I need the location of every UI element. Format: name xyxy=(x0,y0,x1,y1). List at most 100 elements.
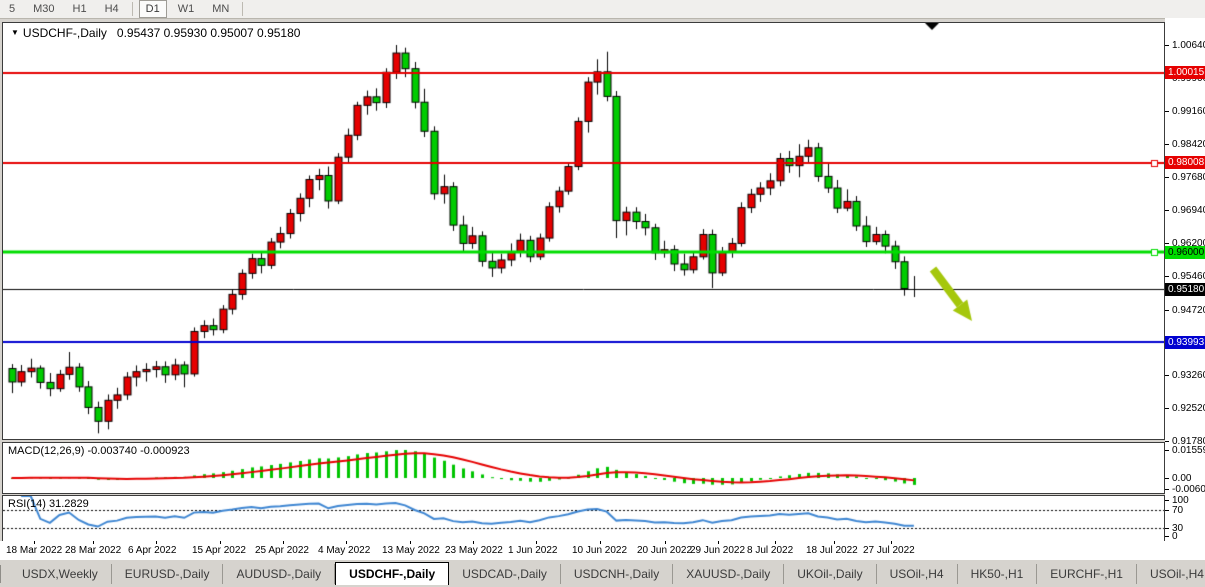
time-axis-label: 4 May 2022 xyxy=(318,545,371,556)
price-tick-mark xyxy=(1165,500,1169,501)
price-tick-mark xyxy=(1165,210,1169,212)
tab-hk50-h1[interactable]: HK50-,H1 xyxy=(958,564,1038,584)
tab-eurusd-daily[interactable]: EURUSD-,Daily xyxy=(112,564,224,584)
timeframe-button-h1[interactable]: H1 xyxy=(66,0,94,18)
price-tick-label: 0.95460 xyxy=(1172,271,1205,283)
time-axis-label: 18 Mar 2022 xyxy=(6,545,63,556)
tab-usdchf-daily[interactable]: USDCHF-,Daily xyxy=(335,561,450,585)
price-tick-mark xyxy=(1165,309,1169,311)
tabbar-left-spacer xyxy=(0,565,1,583)
chart-title: ▼ USDCHF-,Daily 0.95437 0.95930 0.95007 0.… xyxy=(11,26,300,40)
time-tick-mark xyxy=(665,541,666,544)
time-tick-mark xyxy=(718,541,719,544)
price-tick-mark xyxy=(1165,536,1169,537)
timeframe-button-h4[interactable]: H4 xyxy=(98,0,126,18)
price-tick-label: 0.92520 xyxy=(1172,402,1205,414)
timeframe-button-m30[interactable]: M30 xyxy=(26,0,61,18)
price-level-badge-0.98008: 0.98008 xyxy=(1165,156,1205,170)
time-axis[interactable]: 18 Mar 2022 28 Mar 2022 6 Apr 2022 15 Apr 2… xyxy=(0,541,1165,559)
timeframe-button-d1[interactable]: D1 xyxy=(138,0,167,18)
macd-label: MACD(12,26,9) -0.003740 -0.000923 xyxy=(8,445,190,457)
toolbar-separator xyxy=(131,2,133,16)
price-tick-mark xyxy=(1165,177,1169,179)
time-tick-mark xyxy=(600,541,601,544)
price-tick-mark xyxy=(1165,243,1169,245)
time-axis-label: 25 Apr 2022 xyxy=(255,545,309,556)
time-tick-mark xyxy=(346,541,347,544)
tab-xauusd-daily[interactable]: XAUUSD-,Daily xyxy=(673,564,785,584)
price-level-badge-0.96000: 0.96000 xyxy=(1165,245,1205,259)
rsi-scale-label: 70 xyxy=(1172,504,1184,516)
rsi-label: RSI(14) 31.2829 xyxy=(8,498,89,510)
tab-usdcnh-daily[interactable]: USDCNH-,Daily xyxy=(561,564,674,584)
time-tick-mark xyxy=(775,541,776,544)
tab-usdx-weekly[interactable]: USDX,Weekly xyxy=(9,564,112,584)
rsi-panel: RSI(14) 31.2829 xyxy=(2,495,1165,542)
time-axis-label: 27 Jul 2022 xyxy=(863,545,915,556)
time-tick-mark xyxy=(536,541,537,544)
toolbar-separator xyxy=(242,2,244,16)
time-axis-label: 15 Apr 2022 xyxy=(192,545,246,556)
time-axis-label: 8 Jul 2022 xyxy=(747,545,794,556)
chart-tab-bar: USDX,Weekly EURUSD-,Daily AUDUSD-,Daily USD… xyxy=(0,559,1205,587)
macd-scale-label: 0.01559 xyxy=(1172,444,1205,456)
tab-usoil-h4[interactable]: USOil-,H4 xyxy=(877,564,958,584)
timeframe-toolbar: 5 M30 H1 H4 D1 W1 MN xyxy=(0,0,1205,19)
candlestick-chart-canvas[interactable] xyxy=(3,23,1164,439)
mt4-window: 5 M30 H1 H4 D1 W1 MN ▼ USDCHF-,Daily 0.95437 0.9… xyxy=(0,0,1205,587)
time-tick-mark xyxy=(410,541,411,544)
price-tick-mark xyxy=(1165,374,1169,376)
tab-usoil-h4-2[interactable]: USOil-,H4 xyxy=(1137,564,1205,584)
price-tick-mark xyxy=(1165,449,1169,451)
price-tick-mark xyxy=(1165,276,1169,278)
timeframe-button-5[interactable]: 5 xyxy=(2,0,22,18)
chart-ohlc-values: 0.95437 0.95930 0.95007 0.95180 xyxy=(116,26,301,40)
time-axis-label: 29 Jun 2022 xyxy=(690,545,746,556)
time-axis-label: 18 Jul 2022 xyxy=(806,545,858,556)
tab-audusd-daily[interactable]: AUDUSD-,Daily xyxy=(223,564,336,584)
timeframe-button-w1[interactable]: W1 xyxy=(171,0,202,18)
time-axis-label: 13 May 2022 xyxy=(382,545,440,556)
price-level-badge-0.93993: 0.93993 xyxy=(1165,335,1205,349)
price-tick-mark xyxy=(1165,144,1169,146)
time-tick-mark xyxy=(156,541,157,544)
time-tick-mark xyxy=(34,541,35,544)
macd-scale-label: 0.00 xyxy=(1172,473,1192,484)
price-tick-mark xyxy=(1165,407,1169,409)
chart-symbol-label: USDCHF-,Daily xyxy=(22,26,107,40)
time-axis-label: 6 Apr 2022 xyxy=(128,545,177,556)
time-tick-mark xyxy=(93,541,94,544)
price-level-badge-1.00015: 1.00015 xyxy=(1165,66,1205,80)
price-tick-mark xyxy=(1165,527,1169,529)
price-tick-mark xyxy=(1165,509,1169,511)
price-tick-mark xyxy=(1165,440,1169,442)
time-tick-mark xyxy=(473,541,474,544)
price-tick-label: 0.93260 xyxy=(1172,369,1205,381)
price-axis[interactable]: 1.006400.999000.991600.984200.976800.969… xyxy=(1165,18,1205,559)
time-axis-label: 28 Mar 2022 xyxy=(65,545,122,556)
time-axis-label: 23 May 2022 xyxy=(445,545,503,556)
time-axis-label: 10 Jun 2022 xyxy=(572,545,628,556)
price-tick-label: 1.00640 xyxy=(1172,40,1205,51)
timeframe-button-mn[interactable]: MN xyxy=(205,0,236,18)
time-tick-mark xyxy=(834,541,835,544)
price-tick-label: 0.94720 xyxy=(1172,304,1205,316)
rsi-canvas[interactable] xyxy=(3,496,1164,541)
time-axis-label: 20 Jun 2022 xyxy=(637,545,693,556)
chart-dropdown-icon[interactable]: ▼ xyxy=(11,28,19,37)
price-tick-mark xyxy=(1165,45,1169,46)
price-tick-label: 0.96940 xyxy=(1172,205,1205,217)
tab-ukoil-daily[interactable]: UKOil-,Daily xyxy=(784,564,877,584)
macd-panel: MACD(12,26,9) -0.003740 -0.000923 xyxy=(2,442,1165,494)
price-tick-label: 0.98420 xyxy=(1172,139,1205,151)
time-axis-label: 1 Jun 2022 xyxy=(508,545,558,556)
tab-usdcad-daily[interactable]: USDCAD-,Daily xyxy=(449,564,561,584)
price-level-badge-0.95180: 0.95180 xyxy=(1165,282,1205,296)
price-tick-mark xyxy=(1165,111,1169,113)
time-tick-mark xyxy=(283,541,284,544)
price-tick-label: 0.99160 xyxy=(1172,106,1205,118)
price-tick-mark xyxy=(1165,478,1169,479)
tab-eurchf-h1[interactable]: EURCHF-,H1 xyxy=(1037,564,1137,584)
time-tick-mark xyxy=(220,541,221,544)
main-chart-panel: ▼ USDCHF-,Daily 0.95437 0.95930 0.95007 0.… xyxy=(2,22,1165,440)
